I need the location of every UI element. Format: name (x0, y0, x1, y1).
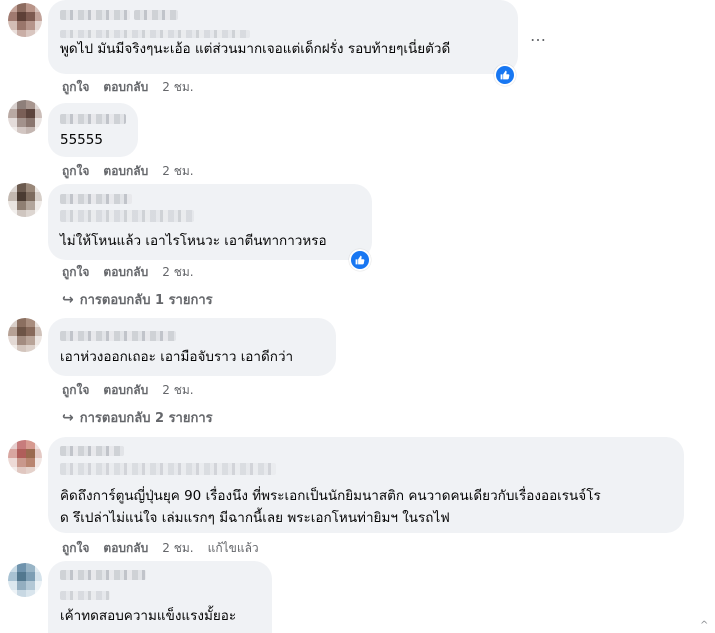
like-link[interactable]: ถูกใจ (62, 539, 89, 558)
like-link[interactable]: ถูกใจ (62, 381, 89, 400)
commenter-subtitle (60, 210, 194, 222)
view-replies-link[interactable]: ↪ การตอบกลับ 1 รายการ (62, 289, 213, 310)
reply-arrow-icon: ↪ (62, 410, 74, 426)
comment-text: เอาห่วงออกเถอะ เอามือจับราว เอาดีกว่า (60, 349, 294, 365)
commenter-subtitle (60, 463, 276, 475)
comment-actions: ถูกใจ ตอบกลับ 2 ชม. แก้ไขแล้ว (62, 539, 273, 558)
edited-label[interactable]: แก้ไขแล้ว (208, 539, 259, 558)
replies-count: การตอบกลับ 2 รายการ (79, 411, 213, 426)
timestamp[interactable]: 2 ชม. (162, 162, 193, 181)
comment-bubble: คิดถึงการ์ตูนญี่ปุ่นยุค 90 เรื่องนึง ที่… (48, 437, 684, 533)
avatar[interactable] (8, 100, 42, 134)
comment-text: ไม่ให้โหนแล้ว เอาไรโหนวะ เอาตีนทากาวหรอ (60, 233, 327, 249)
comment-text: เค้าทดสอบความแข็งแรงมั้ยอะ (60, 608, 237, 624)
comment-actions: ถูกใจ ตอบกลับ 2 ชม. (62, 381, 208, 400)
commenter-name[interactable] (60, 331, 176, 341)
replies-count: การตอบกลับ 1 รายการ (79, 293, 213, 308)
reply-link[interactable]: ตอบกลับ (103, 539, 148, 558)
reply-arrow-icon: ↪ (62, 292, 74, 308)
commenter-subtitle (60, 30, 250, 38)
timestamp[interactable]: 2 ชม. (162, 78, 193, 97)
commenter-name[interactable] (60, 570, 146, 580)
timestamp[interactable]: 2 ชม. (162, 381, 193, 400)
comment-bubble: เอาห่วงออกเถอะ เอามือจับราว เอาดีกว่า (48, 318, 336, 376)
comment-text: พูดไป มันมีจริงๆนะเอ้อ แต่ส่วนมากเจอแต่เ… (60, 41, 451, 57)
like-link[interactable]: ถูกใจ (62, 78, 89, 97)
commenter-name[interactable] (60, 446, 124, 456)
view-replies-link[interactable]: ↪ การตอบกลับ 2 รายการ (62, 407, 213, 428)
comment-text-line-1: คิดถึงการ์ตูนญี่ปุ่นยุค 90 เรื่องนึง ที่… (60, 488, 601, 504)
reply-link[interactable]: ตอบกลับ (103, 263, 148, 282)
comment-bubble: ไม่ให้โหนแล้ว เอาไรโหนวะ เอาตีนทากาวหรอ (48, 184, 372, 260)
reply-link[interactable]: ตอบกลับ (103, 78, 148, 97)
comment-bubble: เค้าทดสอบความแข็งแรงมั้ยอะ (48, 561, 272, 633)
reply-link[interactable]: ตอบกลับ (103, 162, 148, 181)
timestamp[interactable]: 2 ชม. (162, 263, 193, 282)
avatar[interactable] (8, 440, 42, 474)
reply-link[interactable]: ตอบกลับ (103, 381, 148, 400)
more-options-icon[interactable]: … (530, 26, 547, 45)
comment-actions: ถูกใจ ตอบกลับ 2 ชม. (62, 263, 208, 282)
comment-bubble: 55555 (48, 103, 138, 157)
like-reaction-icon[interactable] (349, 249, 371, 271)
avatar[interactable] (8, 563, 42, 597)
comment-actions: ถูกใจ ตอบกลับ 2 ชม. (62, 78, 208, 97)
avatar[interactable] (8, 3, 42, 37)
commenter-subtitle (60, 591, 110, 600)
comment-text-line-2: ด รึเปล่าไม่แน่ใจ เล่มแรกๆ มีฉากนี้เลย พ… (60, 510, 450, 526)
like-link[interactable]: ถูกใจ (62, 162, 89, 181)
avatar[interactable] (8, 318, 42, 352)
commenter-name[interactable] (60, 10, 130, 20)
commenter-name[interactable] (60, 114, 126, 124)
like-link[interactable]: ถูกใจ (62, 263, 89, 282)
commenter-name-extra (134, 10, 178, 20)
timestamp[interactable]: 2 ชม. (162, 539, 193, 558)
scroll-up-indicator[interactable]: ^ (700, 620, 708, 631)
commenter-name[interactable] (60, 194, 132, 204)
avatar[interactable] (8, 183, 42, 217)
comment-text: 55555 (60, 132, 103, 148)
comment-actions: ถูกใจ ตอบกลับ 2 ชม. (62, 162, 208, 181)
like-reaction-icon[interactable] (494, 64, 516, 86)
comment-bubble: พูดไป มันมีจริงๆนะเอ้อ แต่ส่วนมากเจอแต่เ… (48, 0, 518, 74)
